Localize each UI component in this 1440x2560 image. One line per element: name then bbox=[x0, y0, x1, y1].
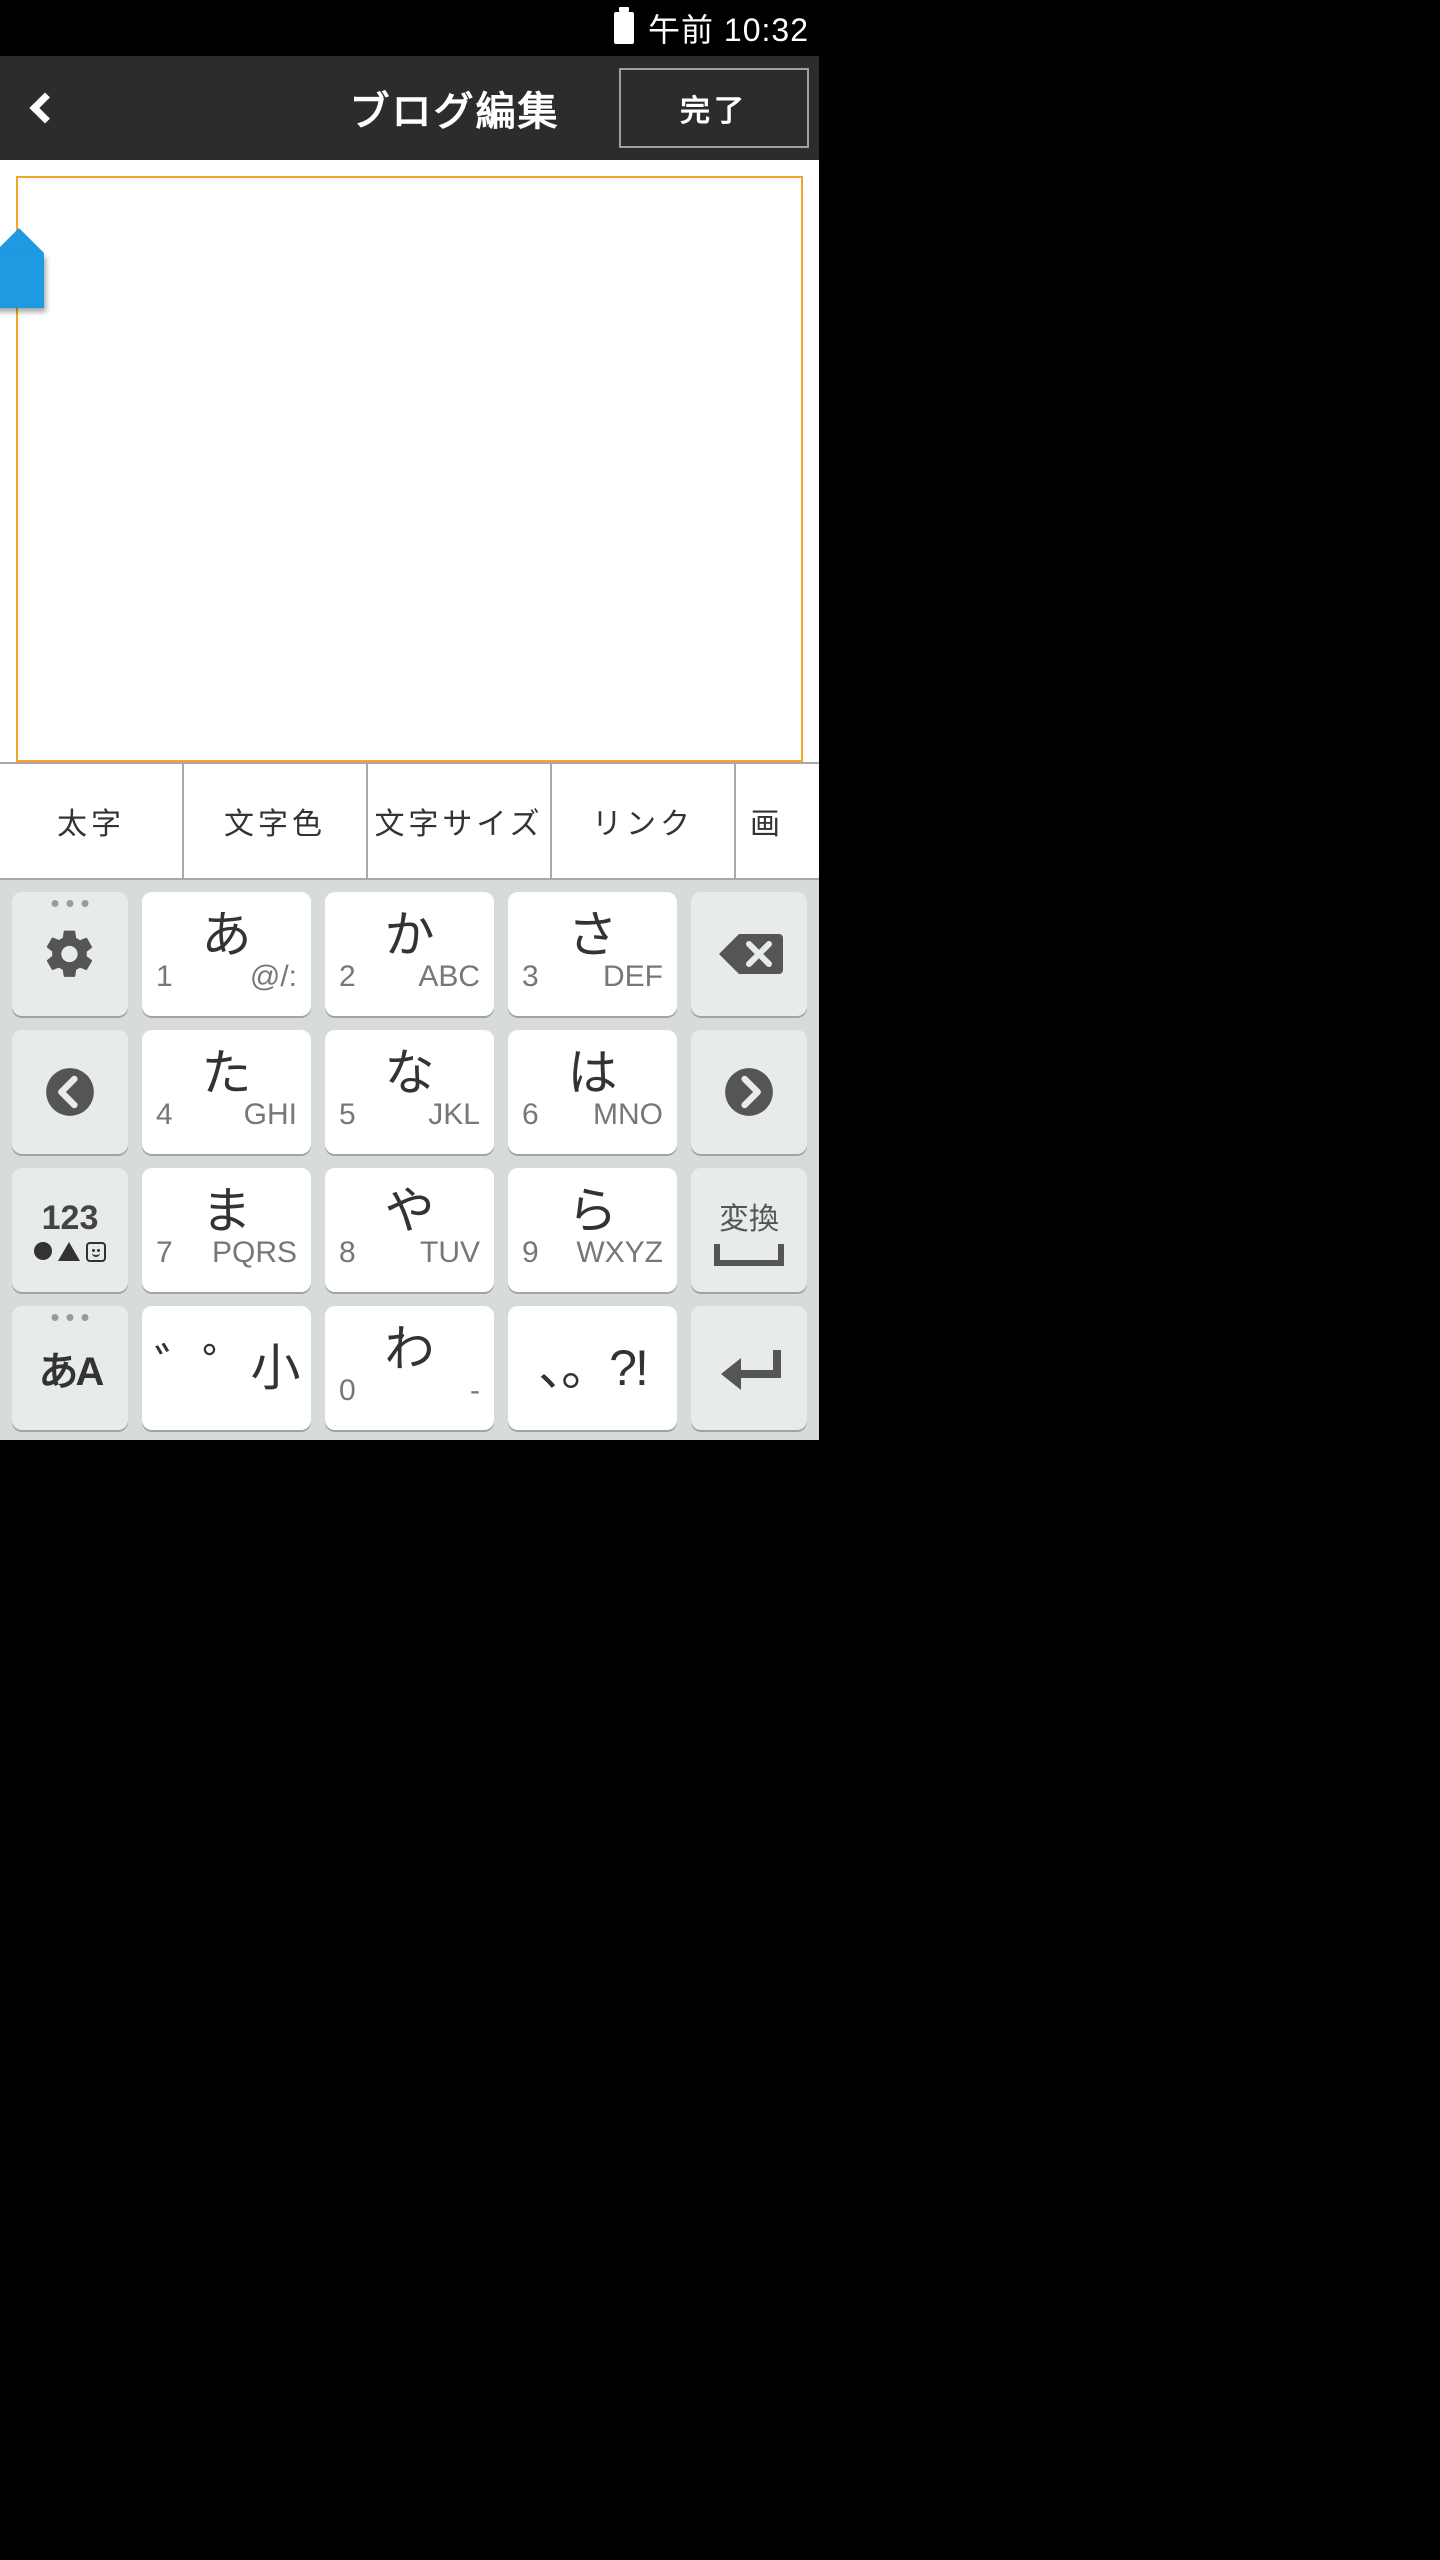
kb-row-1: あ 1 @/: か 2 ABC さ 3 DEF bbox=[12, 892, 807, 1016]
key-alpha: ABC bbox=[418, 960, 480, 994]
key-num: 9 bbox=[522, 1236, 539, 1270]
clock-text: 午前 10:32 bbox=[648, 5, 809, 51]
kb-row-2: た 4 GHI な 5 JKL は 6 MNO bbox=[12, 1030, 807, 1154]
key-num: 7 bbox=[156, 1236, 173, 1270]
format-image-button[interactable]: 画 bbox=[736, 764, 816, 878]
henkan-label: 変換 bbox=[719, 1194, 779, 1238]
text-cursor-handle[interactable] bbox=[0, 228, 44, 308]
cursor-right-key[interactable] bbox=[691, 1030, 807, 1154]
key-alpha: - bbox=[470, 1374, 480, 1408]
battery-icon bbox=[614, 12, 634, 44]
kana-a-key[interactable]: あ 1 @/: bbox=[142, 892, 311, 1016]
key-kana: わ bbox=[385, 1324, 435, 1374]
more-dots-icon bbox=[52, 900, 89, 907]
kb-row-4: あA ゛゜小 わ 0 - 、。?! bbox=[12, 1306, 807, 1430]
kana-na-key[interactable]: な 5 JKL bbox=[325, 1030, 494, 1154]
format-size-label: 文字サイズ bbox=[374, 799, 543, 843]
kana-ta-key[interactable]: た 4 GHI bbox=[142, 1030, 311, 1154]
key-alpha: GHI bbox=[244, 1098, 297, 1132]
done-button[interactable]: 完了 bbox=[619, 68, 809, 148]
key-num: 0 bbox=[339, 1374, 356, 1408]
key-alpha: JKL bbox=[428, 1098, 480, 1132]
done-button-label: 完了 bbox=[680, 86, 748, 130]
kana-ma-key[interactable]: ま 7 PQRS bbox=[142, 1168, 311, 1292]
key-kana: 、。?! bbox=[538, 1343, 647, 1393]
kana-ra-key[interactable]: ら 9 WXYZ bbox=[508, 1168, 677, 1292]
kana-ha-key[interactable]: は 6 MNO bbox=[508, 1030, 677, 1154]
kana-wa-key[interactable]: わ 0 - bbox=[325, 1306, 494, 1430]
kana-sa-key[interactable]: さ 3 DEF bbox=[508, 892, 677, 1016]
format-color-label: 文字色 bbox=[224, 799, 326, 843]
lang-label: あA bbox=[39, 1339, 102, 1397]
format-color-button[interactable]: 文字色 bbox=[184, 764, 368, 878]
key-num: 2 bbox=[339, 960, 356, 994]
chevron-left-icon bbox=[29, 92, 60, 123]
format-toolbar: 太字 文字色 文字サイズ リンク 画 bbox=[0, 762, 819, 880]
key-alpha: MNO bbox=[593, 1098, 663, 1132]
key-alpha: PQRS bbox=[212, 1236, 297, 1270]
kana-ya-key[interactable]: や 8 TUV bbox=[325, 1168, 494, 1292]
enter-icon bbox=[717, 1342, 781, 1394]
key-kana: ゛゜小 bbox=[155, 1343, 299, 1393]
kb-row-3: 123 ま 7 PQRS や 8 TUV ら 9 WXYZ 変換 bbox=[12, 1168, 807, 1292]
key-alpha: @/: bbox=[250, 960, 297, 994]
key-num: 5 bbox=[339, 1098, 356, 1132]
key-alpha: DEF bbox=[603, 960, 663, 994]
symbols-icon bbox=[34, 1242, 106, 1262]
language-switch-key[interactable]: あA bbox=[12, 1306, 128, 1430]
key-num: 3 bbox=[522, 960, 539, 994]
key-kana: ま bbox=[202, 1186, 252, 1236]
punctuation-key[interactable]: 、。?! bbox=[508, 1306, 677, 1430]
key-alpha: WXYZ bbox=[576, 1236, 663, 1270]
cursor-left-key[interactable] bbox=[12, 1030, 128, 1154]
blog-editor-textarea[interactable] bbox=[16, 176, 803, 762]
content-area bbox=[0, 160, 819, 762]
arrow-left-icon bbox=[44, 1066, 96, 1118]
format-image-label: 画 bbox=[750, 799, 784, 843]
key-kana: か bbox=[385, 910, 435, 960]
key-num: 8 bbox=[339, 1236, 356, 1270]
status-bar: 午前 10:32 bbox=[0, 0, 819, 56]
key-kana: さ bbox=[568, 910, 618, 960]
enter-key[interactable] bbox=[691, 1306, 807, 1430]
key-kana: や bbox=[385, 1186, 435, 1236]
app-header: ブログ編集 完了 bbox=[0, 56, 819, 160]
soft-keyboard: あ 1 @/: か 2 ABC さ 3 DEF た 4 GHI bbox=[0, 880, 819, 1440]
numeric-mode-key[interactable]: 123 bbox=[12, 1168, 128, 1292]
key-kana: た bbox=[202, 1048, 252, 1098]
num-mode-label: 123 bbox=[42, 1199, 99, 1238]
key-kana: あ bbox=[202, 910, 252, 960]
format-link-label: リンク bbox=[592, 799, 694, 843]
key-num: 6 bbox=[522, 1098, 539, 1132]
key-num: 1 bbox=[156, 960, 173, 994]
gear-icon bbox=[42, 926, 98, 982]
space-convert-key[interactable]: 変換 bbox=[691, 1168, 807, 1292]
key-num: 4 bbox=[156, 1098, 173, 1132]
kana-ka-key[interactable]: か 2 ABC bbox=[325, 892, 494, 1016]
format-bold-label: 太字 bbox=[57, 799, 125, 843]
key-kana: ら bbox=[568, 1186, 618, 1236]
key-kana: は bbox=[568, 1048, 618, 1098]
format-size-button[interactable]: 文字サイズ bbox=[368, 764, 552, 878]
backspace-icon bbox=[715, 930, 783, 978]
format-link-button[interactable]: リンク bbox=[552, 764, 736, 878]
back-button[interactable] bbox=[0, 56, 90, 160]
settings-key[interactable] bbox=[12, 892, 128, 1016]
key-kana: な bbox=[385, 1048, 435, 1098]
space-icon bbox=[714, 1244, 784, 1266]
key-alpha: TUV bbox=[420, 1236, 480, 1270]
more-dots-icon bbox=[52, 1314, 89, 1321]
dakuten-small-key[interactable]: ゛゜小 bbox=[142, 1306, 311, 1430]
format-bold-button[interactable]: 太字 bbox=[0, 764, 184, 878]
backspace-key[interactable] bbox=[691, 892, 807, 1016]
arrow-right-icon bbox=[723, 1066, 775, 1118]
